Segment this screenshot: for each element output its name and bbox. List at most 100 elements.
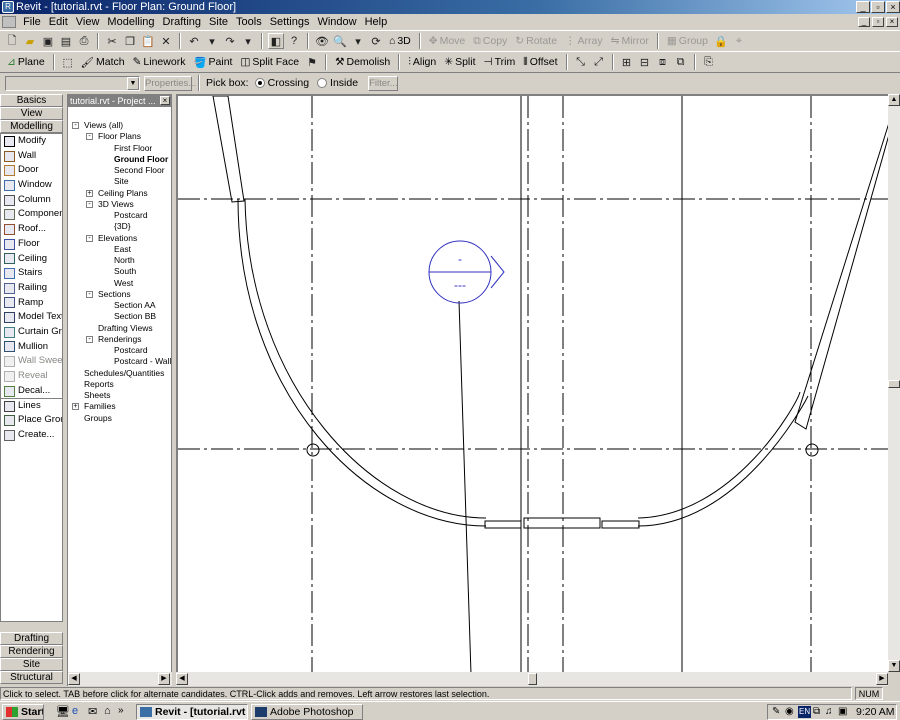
open-icon[interactable]: ▰ [22,33,38,49]
horizontal-scrollbar[interactable]: ◀ ▶ [176,672,888,686]
lock-icon[interactable]: 🔒 [713,33,729,49]
spot-icon[interactable]: ⤢ [591,54,607,70]
design-item-place-group[interactable]: Place Group [1,413,62,428]
copy-to-clipboard-icon[interactable]: ⎘ [701,54,717,70]
tree-item-3d[interactable]: {3D} [114,221,131,232]
tree-item-sections[interactable]: Sections [98,289,131,300]
design-item-stairs[interactable]: Stairs [1,266,62,281]
menu-edit[interactable]: Edit [45,14,72,30]
design-item-ceiling[interactable]: Ceiling [1,252,62,267]
tree-item-first-floor[interactable]: First Floor [114,143,152,154]
doc-minimize-button[interactable]: _ [858,17,870,27]
design-item-create[interactable]: Create... [1,428,62,443]
rotate-button[interactable]: ↻ Rotate [512,32,560,50]
collapse-icon[interactable]: - [86,290,93,298]
browser-hscrollbar[interactable]: ◀ ▶ [68,672,172,686]
floor-plan-drawing[interactable]: - --- [178,96,888,672]
maximize-button[interactable]: ▫ [871,1,885,13]
show-desktop-icon[interactable]: 🖥 [56,705,70,718]
plane-button[interactable]: ⊿ Plane [4,53,48,71]
paint-button[interactable]: 🪣 Paint [190,53,235,71]
tree-item-floor-plans[interactable]: Floor Plans [98,131,141,142]
horizontal-scroll-thumb[interactable] [528,673,537,685]
tree-item-south[interactable]: South [114,266,136,277]
design-item-railing[interactable]: Railing [1,281,62,296]
paste-icon[interactable]: 📋 [140,33,156,49]
design-tab-structural[interactable]: Structural [0,671,63,684]
offset-button[interactable]: ⫴ Offset [520,53,560,71]
copy-button[interactable]: ⧉ Copy [470,32,510,50]
zoom-dropdown-icon[interactable]: ▾ [350,33,366,49]
scroll-up-icon[interactable]: ▲ [888,94,900,106]
design-tab-drafting[interactable]: Drafting [0,632,63,645]
match-button[interactable]: 🖌 Match [78,53,128,71]
undo-dropdown-icon[interactable]: ▾ [204,33,220,49]
scroll-right-icon[interactable]: ▶ [158,673,170,685]
dimension-icon[interactable]: ⤡ [573,54,589,70]
expand-icon[interactable]: + [72,403,79,411]
copy-icon[interactable]: ❐ [122,33,138,49]
design-item-lines[interactable]: Lines [1,398,62,413]
collapse-icon[interactable]: - [72,122,79,129]
outlook-icon[interactable]: ✉ [88,705,97,718]
filter-button[interactable]: Filter... [368,75,399,91]
design-item-window[interactable]: Window [1,178,62,193]
menu-tools[interactable]: Tools [232,14,266,30]
drawing-area[interactable]: - --- [176,94,888,672]
cut-icon[interactable]: ✂ [104,33,120,49]
move-button[interactable]: ✥ Move [426,32,469,50]
design-item-modify[interactable]: Modify [1,134,62,149]
type-selector-dropdown-icon[interactable]: ▼ [127,76,139,90]
crossing-radio[interactable]: Crossing [254,77,309,89]
scroll-right-icon[interactable]: ▶ [876,673,888,685]
tree-item-section-bb[interactable]: Section BB [114,311,156,322]
tray-pen-icon[interactable]: ✎ [772,706,780,717]
new-file-icon[interactable]: 🗋 [4,33,20,49]
tile-icon[interactable]: ⊞ [619,54,635,70]
doc-close-button[interactable]: × [886,17,898,27]
tree-item-ground-floor[interactable]: Ground Floor [114,154,168,165]
tree-item-postcard[interactable]: Postcard [114,210,148,221]
activate-view-icon[interactable]: ◧ [268,33,284,49]
window-tile-icon[interactable]: ⧈ [655,54,671,70]
tree-item-postcard-wall[interactable]: Postcard - Wall [114,356,171,367]
clock[interactable]: 9:20 AM [856,706,895,718]
menu-window[interactable]: Window [313,14,360,30]
menu-modelling[interactable]: Modelling [103,14,158,30]
menu-help[interactable]: Help [361,14,392,30]
internet-explorer-icon[interactable]: e [72,705,78,717]
tree-item-ceiling-plans[interactable]: Ceiling Plans [98,188,148,199]
tray-globe-icon[interactable]: ◉ [785,706,794,717]
design-item-wall-sweep[interactable]: Wall Sweep [1,354,62,369]
tree-item-schedules-quantities[interactable]: Schedules/Quantities [84,368,164,379]
start-button[interactable]: Start [2,704,44,720]
tree-item-east[interactable]: East [114,244,131,255]
design-item-reveal[interactable]: Reveal [1,369,62,384]
tree-item-families[interactable]: Families [84,401,116,412]
design-tab-rendering[interactable]: Rendering [0,645,63,658]
design-item-mullion[interactable]: Mullion [1,340,62,355]
pin-icon[interactable]: ⌖ [731,33,747,49]
taskbar-revit-button[interactable]: Revit - [tutorial.rvt ... [136,704,248,720]
scroll-left-icon[interactable]: ◀ [176,673,188,685]
tree-item-drafting-views[interactable]: Drafting Views [98,323,153,334]
tree-item-north[interactable]: North [114,255,135,266]
scroll-left-icon[interactable]: ◀ [68,673,80,685]
type-selector[interactable]: ▼ [5,75,140,91]
tree-item-elevations[interactable]: Elevations [98,233,137,244]
window-cascade-icon[interactable]: ⧉ [673,54,689,70]
taskbar-photoshop-button[interactable]: Adobe Photoshop [251,704,363,720]
doc-restore-button[interactable]: ▫ [872,17,884,27]
menu-site[interactable]: Site [205,14,232,30]
design-item-wall[interactable]: Wall [1,149,62,164]
save-all-icon[interactable]: ▤ [58,33,74,49]
mirror-button[interactable]: ⇋ Mirror [608,32,652,50]
design-tab-modelling[interactable]: Modelling [0,120,63,133]
design-item-column[interactable]: Column [1,193,62,208]
design-item-floor[interactable]: Floor [1,237,62,252]
demolish-button[interactable]: ⚒ Demolish [332,53,393,71]
design-tab-site[interactable]: Site [0,658,63,671]
design-item-component[interactable]: Component [1,207,62,222]
tree-item-views-all[interactable]: Views (all) [84,120,123,131]
visibility-icon[interactable]: 👁 [314,33,330,49]
